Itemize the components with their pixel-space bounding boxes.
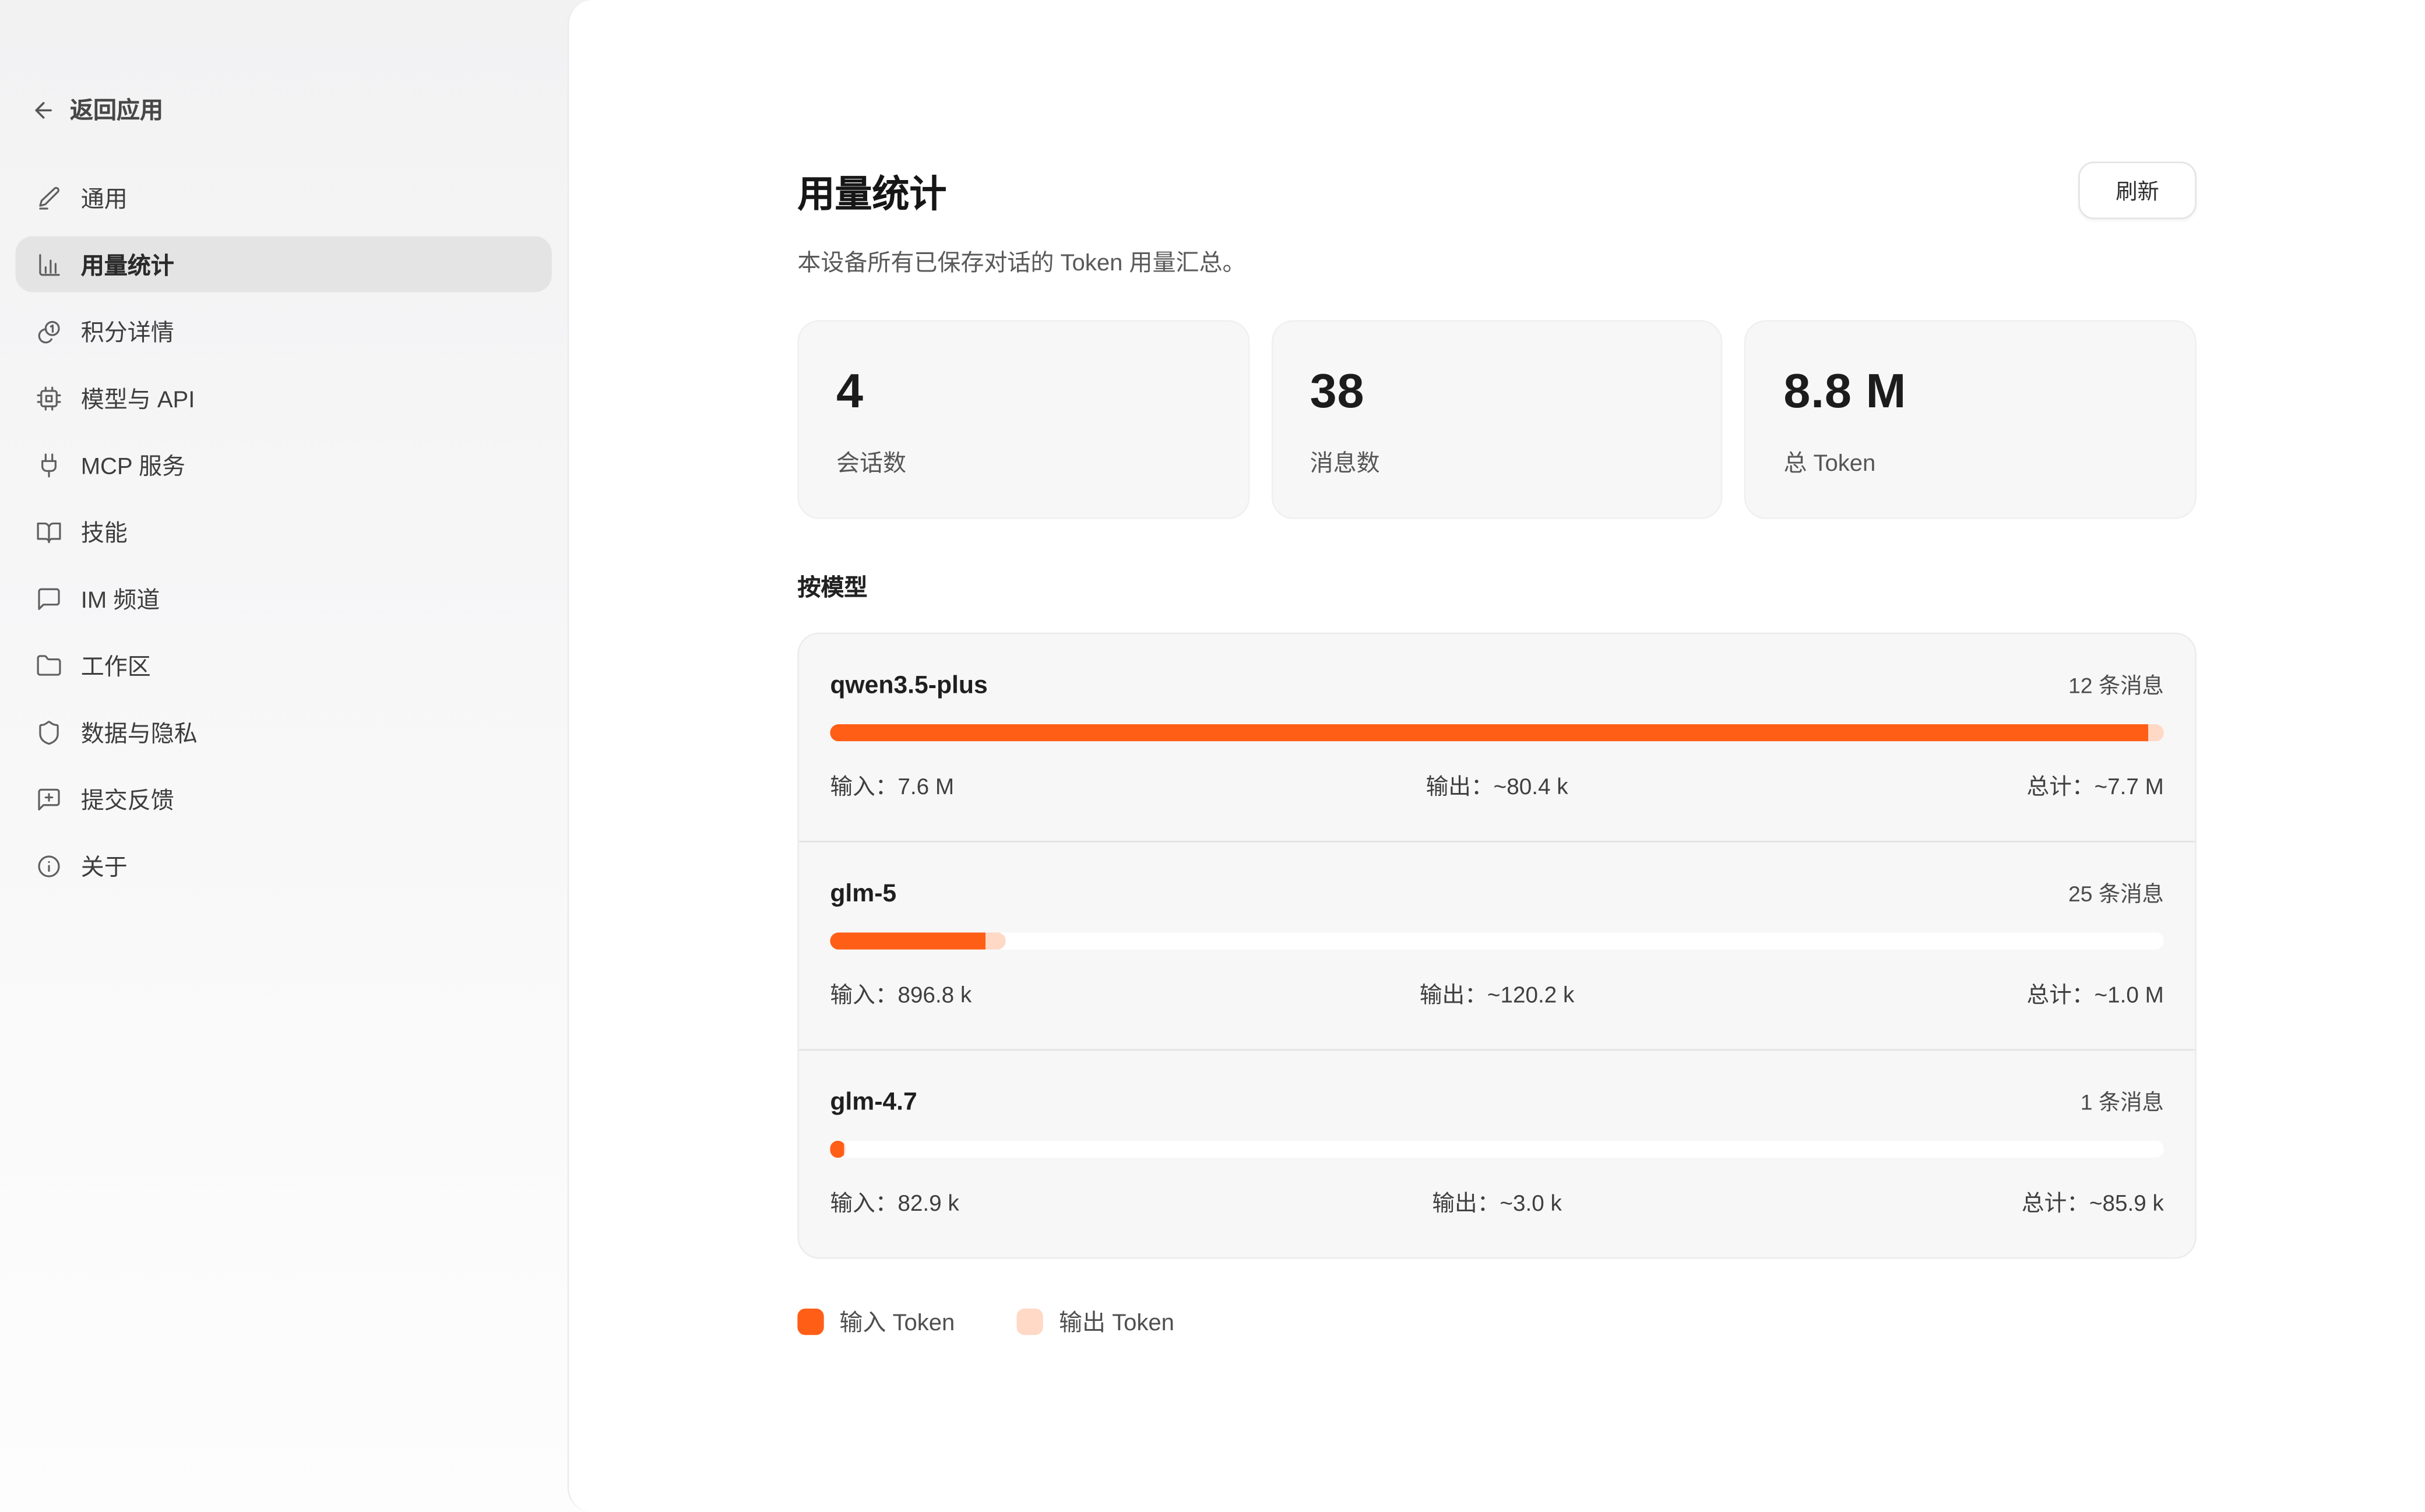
stat-card-messages: 38 消息数	[1271, 320, 1723, 519]
sidebar-item-label: 通用	[81, 181, 128, 214]
bar-output-segment	[845, 1141, 846, 1158]
folder-icon	[36, 652, 62, 678]
bar-input-segment	[830, 932, 984, 949]
sidebar-item-skills[interactable]: 技能	[16, 503, 552, 559]
sidebar-item-label: 提交反馈	[81, 783, 174, 815]
cpu-icon	[36, 385, 62, 411]
legend-output-token: 输出 Token	[1017, 1306, 1174, 1338]
model-name: glm-4.7	[830, 1090, 917, 1118]
bar-input-segment	[830, 724, 2148, 741]
usage-stats-page: 用量统计 刷新 本设备所有已保存对话的 Token 用量汇总。 4 会话数 38…	[797, 0, 2197, 1338]
sidebar-item-label: 模型与 API	[81, 382, 195, 414]
bar-input-segment	[830, 1141, 844, 1158]
chat-bubble-icon	[36, 585, 62, 611]
page-subtitle: 本设备所有已保存对话的 Token 用量汇总。	[797, 245, 2197, 278]
feedback-plus-icon	[36, 785, 62, 812]
model-output-tokens: 输出：~3.0 k	[1275, 1186, 1719, 1218]
sidebar-item-credits[interactable]: 积分详情	[16, 303, 552, 359]
messages-label: 消息数	[1310, 446, 1684, 479]
sidebar-item-label: 工作区	[81, 649, 151, 682]
token-bar-track	[830, 724, 2164, 741]
model-total-tokens: 总计：~7.7 M	[1719, 769, 2164, 802]
sidebar-item-about[interactable]: 关于	[16, 838, 552, 894]
bar-output-segment	[985, 932, 1006, 949]
pencil-icon	[36, 184, 62, 210]
token-legend: 输入 Token 输出 Token	[797, 1306, 2197, 1338]
arrow-left-icon	[31, 97, 56, 122]
sidebar-item-label: IM 频道	[81, 582, 160, 615]
sidebar-item-general[interactable]: 通用	[16, 170, 552, 225]
sidebar-item-label: MCP 服务	[81, 449, 185, 481]
sidebar-nav: 通用 用量统计 积分详情 模型与 API MCP 服务 技能	[0, 170, 568, 894]
model-name: qwen3.5-plus	[830, 673, 987, 701]
sidebar-item-label: 技能	[81, 515, 128, 548]
model-input-tokens: 输入：82.9 k	[830, 1186, 1275, 1218]
sessions-count: 4	[836, 364, 1210, 420]
info-icon	[36, 852, 62, 879]
back-to-app-button[interactable]: 返回应用	[31, 93, 163, 126]
model-input-tokens: 输入：896.8 k	[830, 978, 1275, 1010]
page-header: 用量统计 刷新	[797, 161, 2197, 219]
legend-output-label: 输出 Token	[1059, 1306, 1174, 1338]
token-bar-track	[830, 932, 2164, 949]
token-bar-track	[830, 1141, 2164, 1158]
legend-input-token: 输入 Token	[797, 1306, 955, 1338]
sidebar-item-usage-stats[interactable]: 用量统计	[16, 236, 552, 292]
model-total-tokens: 总计：~85.9 k	[1719, 1186, 2164, 1218]
stat-card-total-tokens: 8.8 M 总 Token	[1745, 320, 2197, 519]
model-row-glm5: glm-5 25 条消息 输入：896.8 k 输出：~120.2 k 总计：~…	[799, 841, 2195, 1049]
stat-cards: 4 会话数 38 消息数 8.8 M 总 Token	[797, 320, 2197, 519]
bar-output-segment	[2148, 724, 2163, 741]
sidebar-item-feedback[interactable]: 提交反馈	[16, 771, 552, 827]
model-input-tokens: 输入：7.6 M	[830, 769, 1275, 802]
settings-window: 返回应用 通用 用量统计 积分详情 模型与 API MCP 服务	[0, 0, 2425, 1512]
model-output-tokens: 输出：~120.2 k	[1275, 978, 1719, 1010]
coins-icon	[36, 318, 62, 344]
model-message-count: 1 条消息	[2081, 1086, 2164, 1117]
page-title: 用量统计	[797, 163, 946, 217]
sidebar-item-label: 积分详情	[81, 315, 174, 347]
model-output-tokens: 输出：~80.4 k	[1275, 769, 1719, 802]
sidebar: 返回应用 通用 用量统计 积分详情 模型与 API MCP 服务	[0, 0, 568, 1512]
sidebar-item-label: 数据与隐私	[81, 716, 198, 748]
sidebar-item-im-channels[interactable]: IM 频道	[16, 570, 552, 626]
stat-card-sessions: 4 会话数	[797, 320, 1249, 519]
sessions-label: 会话数	[836, 446, 1210, 479]
input-token-swatch	[797, 1309, 823, 1335]
shield-icon	[36, 719, 62, 745]
model-name: glm-5	[830, 881, 896, 909]
refresh-button[interactable]: 刷新	[2078, 161, 2197, 219]
by-model-section-title: 按模型	[797, 570, 2197, 603]
sidebar-item-privacy[interactable]: 数据与隐私	[16, 704, 552, 760]
sidebar-item-label: 关于	[81, 850, 128, 882]
sidebar-item-mcp[interactable]: MCP 服务	[16, 437, 552, 493]
total-tokens-count: 8.8 M	[1783, 364, 2157, 420]
sidebar-item-models-api[interactable]: 模型与 API	[16, 370, 552, 426]
back-label: 返回应用	[70, 93, 163, 126]
total-tokens-label: 总 Token	[1783, 446, 2157, 479]
model-usage-card: qwen3.5-plus 12 条消息 输入：7.6 M 输出：~80.4 k …	[797, 633, 2197, 1259]
model-message-count: 25 条消息	[2068, 878, 2164, 909]
main-panel: 用量统计 刷新 本设备所有已保存对话的 Token 用量汇总。 4 会话数 38…	[568, 0, 2425, 1512]
model-message-count: 12 条消息	[2068, 670, 2164, 701]
model-row-qwen: qwen3.5-plus 12 条消息 输入：7.6 M 输出：~80.4 k …	[799, 634, 2195, 841]
plug-icon	[36, 452, 62, 478]
output-token-swatch	[1017, 1309, 1043, 1335]
bar-chart-icon	[36, 251, 62, 277]
sidebar-item-workspace[interactable]: 工作区	[16, 637, 552, 693]
sidebar-item-label: 用量统计	[81, 248, 174, 280]
legend-input-label: 输入 Token	[839, 1306, 955, 1338]
book-open-icon	[36, 519, 62, 545]
model-row-glm47: glm-4.7 1 条消息 输入：82.9 k 输出：~3.0 k 总计：~85…	[799, 1049, 2195, 1257]
messages-count: 38	[1310, 364, 1684, 420]
model-total-tokens: 总计：~1.0 M	[1719, 978, 2164, 1010]
